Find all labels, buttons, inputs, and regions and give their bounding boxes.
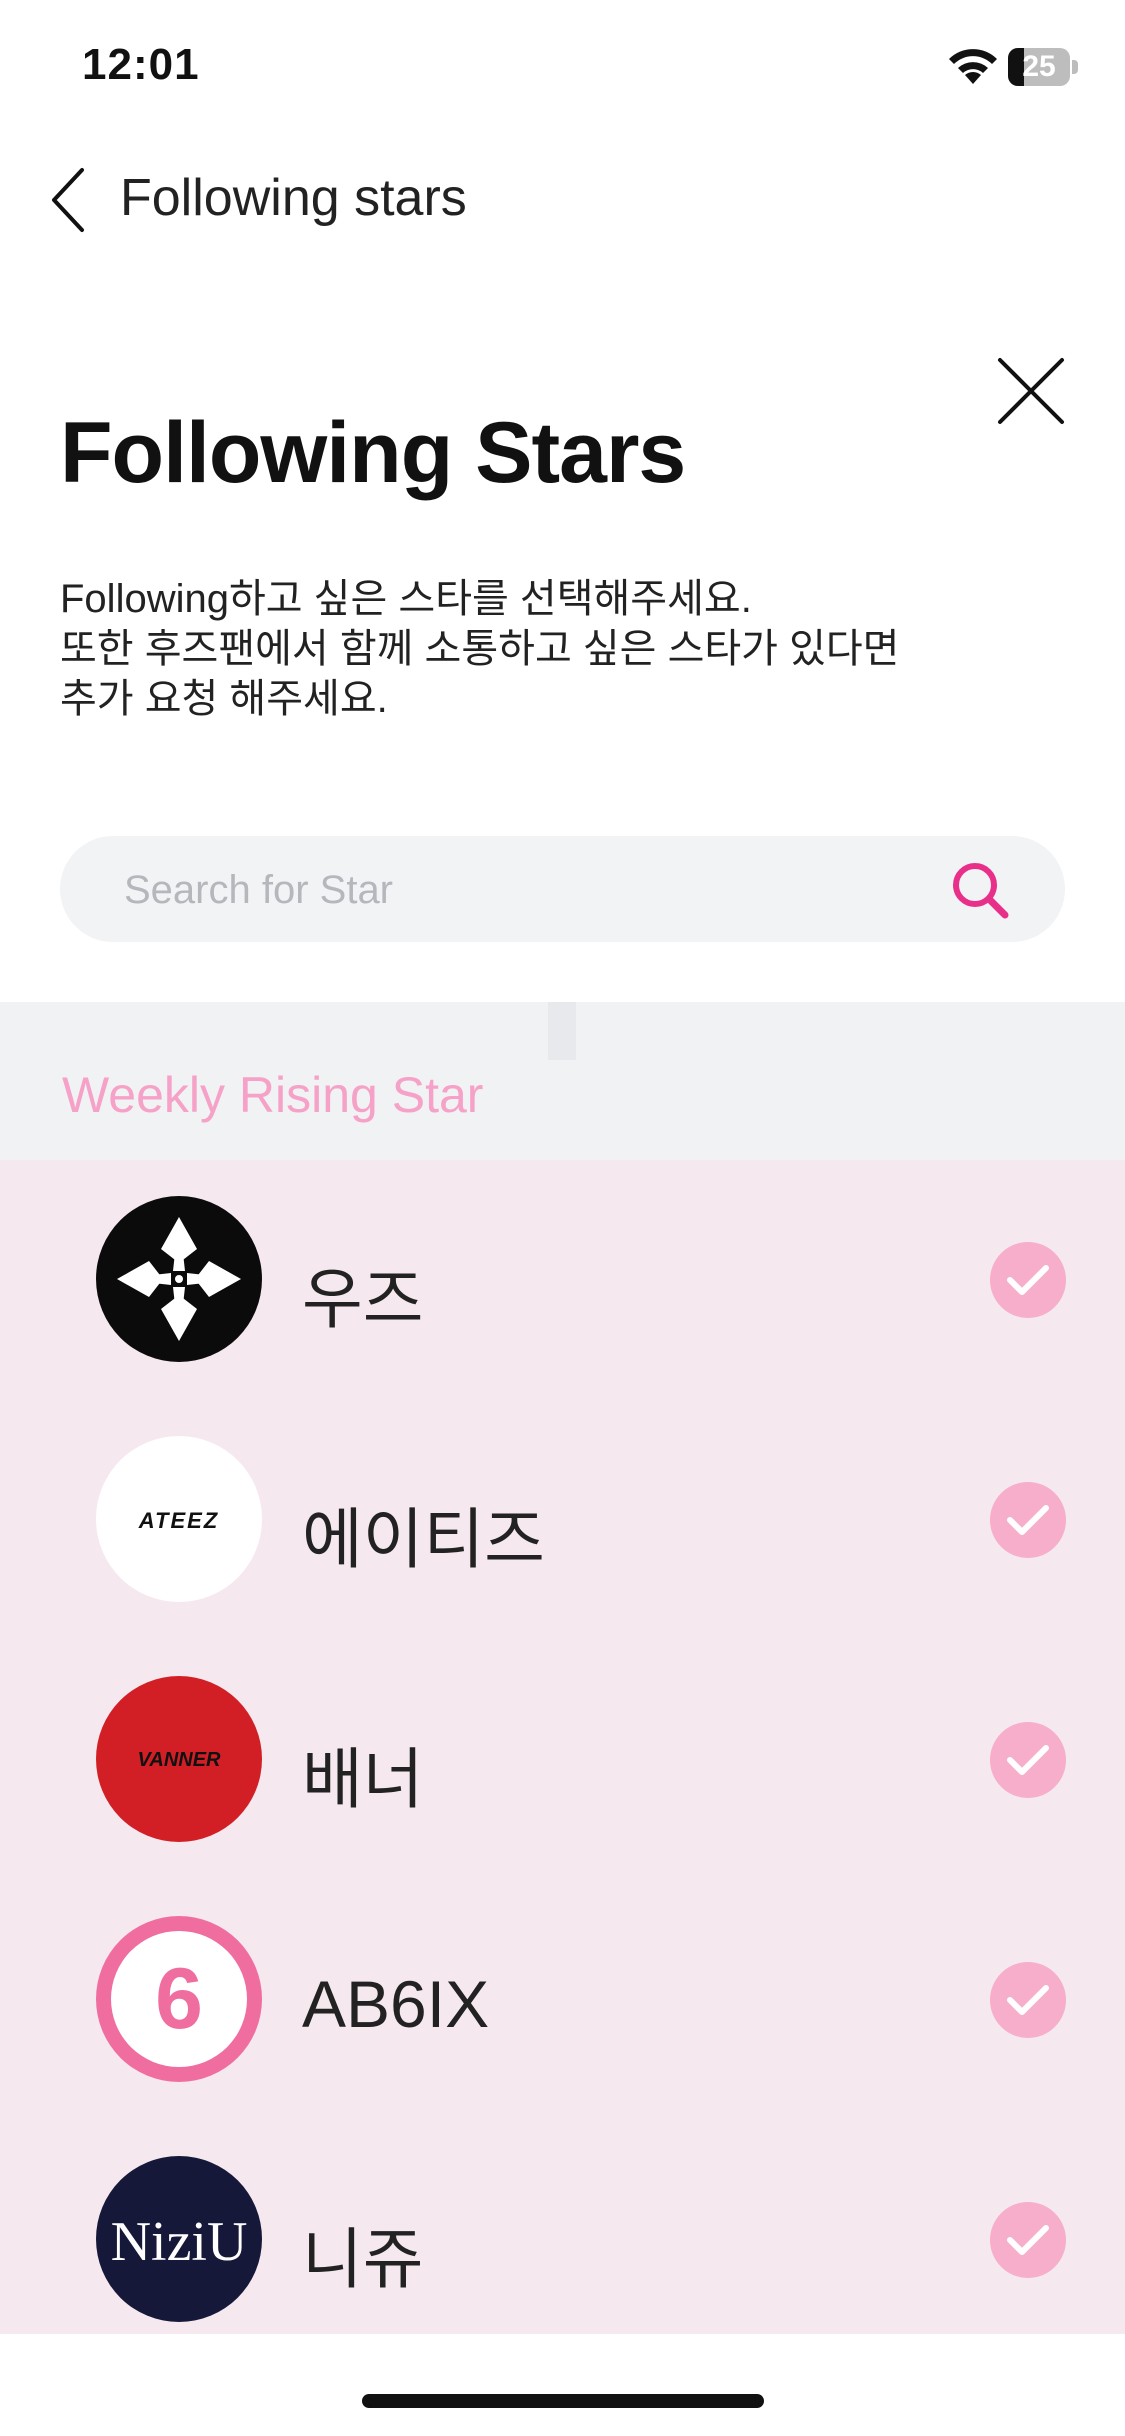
star-list: 우즈 ATEEZ 에이티즈 VANNER 배너 6 AB6IX NiziU 니쥬 (0, 1160, 1125, 2334)
star-avatar-vanner: VANNER (96, 1676, 262, 1842)
select-toggle[interactable] (990, 1482, 1066, 1558)
ateez-logo-text: ATEEZ (138, 1508, 219, 1533)
checkmark-icon (1007, 1505, 1049, 1535)
select-toggle[interactable] (990, 2202, 1066, 2278)
star-name: 니쥬 (302, 2222, 424, 2296)
star-row-woodz[interactable]: 우즈 (0, 1160, 1125, 1400)
star-avatar-ab6ix: 6 (96, 1916, 262, 2082)
select-toggle[interactable] (990, 1242, 1066, 1318)
wifi-icon (949, 49, 997, 84)
niziu-logo-text: NiziU (111, 2211, 248, 2273)
section-label: Weekly Rising Star (62, 1067, 484, 1123)
search-bar (60, 836, 1065, 944)
vanner-logo: VANNER (138, 1749, 222, 1771)
ab6ix-logo-text: 6 (155, 1951, 203, 2047)
niziu-logo: NiziU (111, 2211, 248, 2273)
star-row-vanner[interactable]: VANNER 배너 (0, 1640, 1125, 1880)
battery-level: 25 (1022, 50, 1056, 83)
ab6ix-logo: 6 (111, 1931, 247, 2067)
star-row-ateez[interactable]: ATEEZ 에이티즈 (0, 1400, 1125, 1640)
search-input[interactable] (122, 836, 926, 944)
checkmark-icon (1007, 1745, 1049, 1775)
close-icon[interactable] (992, 352, 1070, 430)
star-name: 에이티즈 (302, 1502, 545, 1576)
select-toggle[interactable] (990, 1722, 1066, 1798)
home-indicator[interactable] (362, 2394, 764, 2408)
star-avatar-niziu: NiziU (96, 2156, 262, 2322)
status-time: 12:01 (82, 40, 200, 89)
star-avatar-woodz (96, 1196, 262, 1362)
battery-indicator: 25 (1008, 48, 1078, 86)
description-line: 추가 요청 해주세요. (60, 677, 388, 721)
chevron-left-icon (52, 168, 84, 232)
star-avatar-ateez: ATEEZ (96, 1436, 262, 1602)
star-name: 배너 (302, 1742, 424, 1816)
back-button[interactable] (38, 160, 98, 240)
checkmark-icon (1007, 2225, 1049, 2255)
woodz-logo (117, 1217, 241, 1341)
search-icon[interactable] (948, 858, 1012, 922)
page-title: Following Stars (60, 405, 686, 501)
select-toggle[interactable] (990, 1962, 1066, 2038)
ateez-logo: ATEEZ (138, 1508, 219, 1533)
star-name: 우즈 (302, 1262, 424, 1336)
star-row-ab6ix[interactable]: 6 AB6IX (0, 1880, 1125, 2120)
star-row-niziu[interactable]: NiziU 니쥬 (0, 2120, 1125, 2360)
checkmark-icon (1007, 1265, 1049, 1295)
checkmark-icon (1007, 1985, 1049, 2015)
scroll-handle[interactable] (548, 1002, 576, 1060)
vanner-logo-text: VANNER (138, 1749, 222, 1771)
star-name: AB6IX (302, 1967, 490, 2041)
nav-title: Following stars (120, 169, 467, 227)
